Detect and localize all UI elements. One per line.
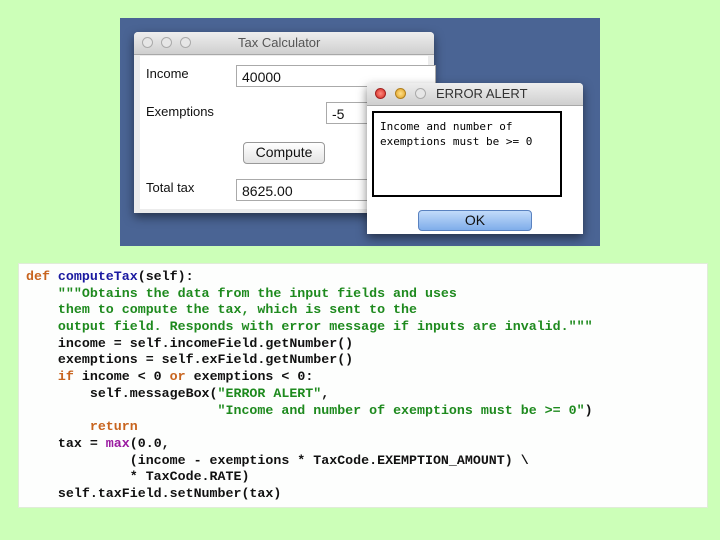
total-tax-label: Total tax xyxy=(146,180,195,195)
code-token: , xyxy=(321,385,330,401)
title-bar[interactable]: Tax Calculator xyxy=(134,32,434,55)
code-token: (0.0, xyxy=(129,435,170,451)
zoom-icon[interactable] xyxy=(415,88,426,99)
window-title: Tax Calculator xyxy=(238,35,321,50)
code-line: output field. Responds with error messag… xyxy=(19,319,707,336)
minimize-icon[interactable] xyxy=(395,88,406,99)
message-line: Income and number of xyxy=(380,120,513,133)
close-icon[interactable] xyxy=(142,37,153,48)
code-token: def xyxy=(26,269,58,284)
compute-button[interactable]: Compute xyxy=(243,142,325,164)
code-token: computeTax xyxy=(57,269,138,284)
code-token: them to compute the tax, which is sent t… xyxy=(57,302,417,318)
message-line: exemptions must be >= 0 xyxy=(380,135,533,148)
code-line: self.taxField.setNumber(tax) xyxy=(19,486,707,503)
code-line: "Income and number of exemptions must be… xyxy=(19,403,707,420)
code-line: return xyxy=(19,419,707,436)
code-listing: def computeTax(self): """Obtains the dat… xyxy=(18,263,708,508)
message-area: Income and number of exemptions must be … xyxy=(372,111,562,197)
code-line: tax = max(0.0, xyxy=(19,436,707,453)
code-token: income = self.incomeField.getNumber() xyxy=(26,335,354,351)
code-token: (income - exemptions * TaxCode.EXEMPTION… xyxy=(26,452,529,468)
code-token: if xyxy=(57,369,74,385)
income-label: Income xyxy=(146,66,189,81)
title-bar[interactable]: ERROR ALERT xyxy=(367,83,583,106)
code-line: * TaxCode.RATE) xyxy=(19,469,707,486)
minimize-icon[interactable] xyxy=(161,37,172,48)
code-token: "ERROR ALERT" xyxy=(217,385,322,401)
code-token: (self): xyxy=(137,269,194,284)
code-token: self.taxField.setNumber(tax) xyxy=(26,485,282,501)
window-title: ERROR ALERT xyxy=(436,86,528,101)
code-token: * TaxCode.RATE) xyxy=(26,469,250,485)
code-token: or xyxy=(169,369,186,385)
screenshot-desktop: Tax Calculator Income 40000 Exemptions -… xyxy=(120,18,600,246)
code-token: exemptions < 0: xyxy=(185,369,314,385)
code-token: income < 0 xyxy=(73,369,170,385)
code-token: self.messageBox( xyxy=(26,385,218,401)
code-line: them to compute the tax, which is sent t… xyxy=(19,302,707,319)
code-line: self.messageBox("ERROR ALERT", xyxy=(19,386,707,403)
code-token: return xyxy=(89,419,138,435)
code-line: """Obtains the data from the input field… xyxy=(19,286,707,303)
code-token: exemptions = self.exField.getNumber() xyxy=(26,352,354,368)
code-line: income = self.incomeField.getNumber() xyxy=(19,336,707,353)
code-line: def computeTax(self): xyxy=(19,269,707,286)
close-icon[interactable] xyxy=(375,88,386,99)
code-line: exemptions = self.exField.getNumber() xyxy=(19,352,707,369)
code-token: tax = xyxy=(26,435,106,451)
ok-button[interactable]: OK xyxy=(418,210,532,231)
code-line: (income - exemptions * TaxCode.EXEMPTION… xyxy=(19,453,707,470)
code-token: output field. Responds with error messag… xyxy=(57,319,593,335)
code-token: ) xyxy=(584,402,593,418)
code-line: if income < 0 or exemptions < 0: xyxy=(19,369,707,386)
zoom-icon[interactable] xyxy=(180,37,191,48)
code-token: max xyxy=(105,435,130,451)
code-token: """Obtains the data from the input field… xyxy=(57,285,457,301)
code-token: "Income and number of exemptions must be… xyxy=(217,402,585,418)
exemptions-label: Exemptions xyxy=(146,104,214,119)
error-alert-window: ERROR ALERT Income and number of exempti… xyxy=(367,83,583,234)
